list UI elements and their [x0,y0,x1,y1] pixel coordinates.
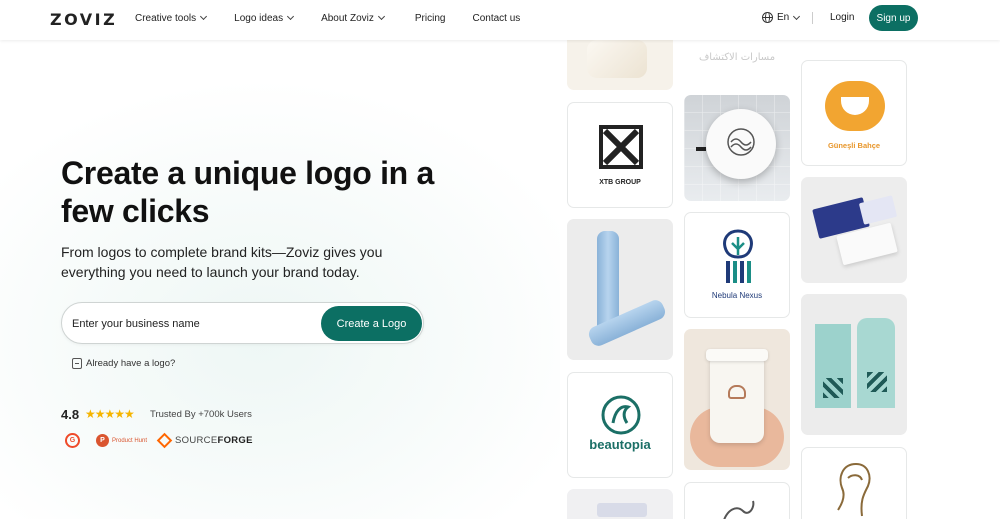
nebula-label: Nebula Nexus [711,291,763,300]
cup-image [710,357,764,443]
cup-lid-image [706,349,768,361]
producthunt-label: Product Hunt [112,437,148,444]
nav-label: Pricing [414,12,446,24]
create-logo-button[interactable]: Create a Logo [321,306,422,341]
elephant-logo-icon [728,385,746,399]
sourceforge-prefix: SOURCE [175,435,218,446]
nav-contact-us[interactable]: Contact us [472,13,520,24]
wave-logo-icon [727,128,755,156]
hero-title: Create a unique logo in a few clicks [61,155,435,229]
arabic-logo-text: مسارات الاكتشاف [698,52,776,63]
gallery-card-beautopia[interactable]: beautopia [567,372,673,478]
gallery-card-sign[interactable] [684,95,790,201]
nav-creative-tools[interactable]: Creative tools [135,12,208,24]
chevron-down-icon [200,12,208,21]
top-navbar: ZOVIZ Creative tools Logo ideas About Zo… [0,0,1000,40]
gallery-card-bottom-3[interactable] [801,447,907,519]
nav-label: About Zoviz [321,12,374,24]
business-name-input[interactable] [72,313,312,335]
zoviz-logo[interactable]: ZOVIZ [50,10,117,29]
coffee-bag-right [857,318,895,408]
business-name-form: Create a Logo [61,302,424,344]
bag-pattern-left [823,378,843,398]
gallery-card-coffee-cup[interactable] [684,329,790,470]
gallery-card-gunesli-bahce[interactable]: Güneşli Bahçe [801,60,907,166]
document-icon [72,358,82,369]
beautopia-logo-icon [601,395,641,435]
language-selector[interactable]: En [762,12,801,23]
sourceforge-logo-icon[interactable] [156,432,173,449]
nebula-logo-icon [723,229,753,283]
review-badges: G P Product Hunt SOURCEFORGE [61,432,253,449]
mockup-image [597,503,647,517]
login-link[interactable]: Login [830,12,854,23]
chevron-down-icon [793,12,801,20]
gallery-card-coffee-bags[interactable] [801,294,907,435]
gallery-card-bottom-1[interactable] [567,489,673,519]
nav-label: Creative tools [135,12,197,24]
beautopia-label: beautopia [589,437,651,452]
bag-pattern-right [867,372,887,392]
nav-about-zoviz[interactable]: About Zoviz [321,12,385,24]
gallery-card-water-bottle[interactable] [567,219,673,360]
business-card-back [858,195,898,225]
g2-logo-icon[interactable]: G [65,433,80,448]
header-divider [812,12,813,24]
line-art-logo-icon [723,500,755,519]
signup-button[interactable]: Sign up [869,5,918,31]
hero-subtitle: From logos to complete brand kits—Zoviz … [61,244,383,280]
nav-label: Logo ideas [234,12,284,24]
chevron-down-icon [287,12,295,21]
gallery-card-xtb-group[interactable]: XTB GROUP [567,102,673,208]
nav-logo-ideas[interactable]: Logo ideas [234,12,295,24]
rating-score: 4.8 [61,407,80,422]
gallery-card-bottom-2[interactable] [684,482,790,519]
gallery-card-business-cards[interactable] [801,177,907,283]
xtb-label: XTB GROUP [599,179,641,186]
already-have-logo-label: Already have a logo? [86,358,176,369]
gunesli-logo-icon [825,81,885,131]
main-nav: Creative tools Logo ideas About Zoviz Pr… [135,0,520,36]
language-label: En [777,12,790,23]
producthunt-logo-icon[interactable]: P [96,434,109,447]
gallery-card-nebula-nexus[interactable]: Nebula Nexus [684,212,790,318]
xtb-logo-icon [599,125,643,169]
nav-pricing[interactable]: Pricing [415,13,446,24]
already-have-logo-link[interactable]: Already have a logo? [72,358,175,369]
globe-icon [762,12,773,23]
nav-label: Contact us [472,12,521,24]
sign-bracket-image [696,147,706,151]
sourceforge-label: SOURCEFORGE [175,435,253,446]
sourceforge-suffix: FORGE [217,435,253,446]
star-rating-icon: ★★★★★ [85,407,135,421]
round-sign-image [706,109,776,179]
cup-shape [841,97,869,115]
gunesli-label: Güneşli Bahçe [827,141,881,150]
chevron-down-icon [377,12,385,21]
trusted-by-text: Trusted By +700k Users [150,409,252,420]
cream-mockup-image [587,40,647,78]
face-line-logo-icon [837,463,871,517]
